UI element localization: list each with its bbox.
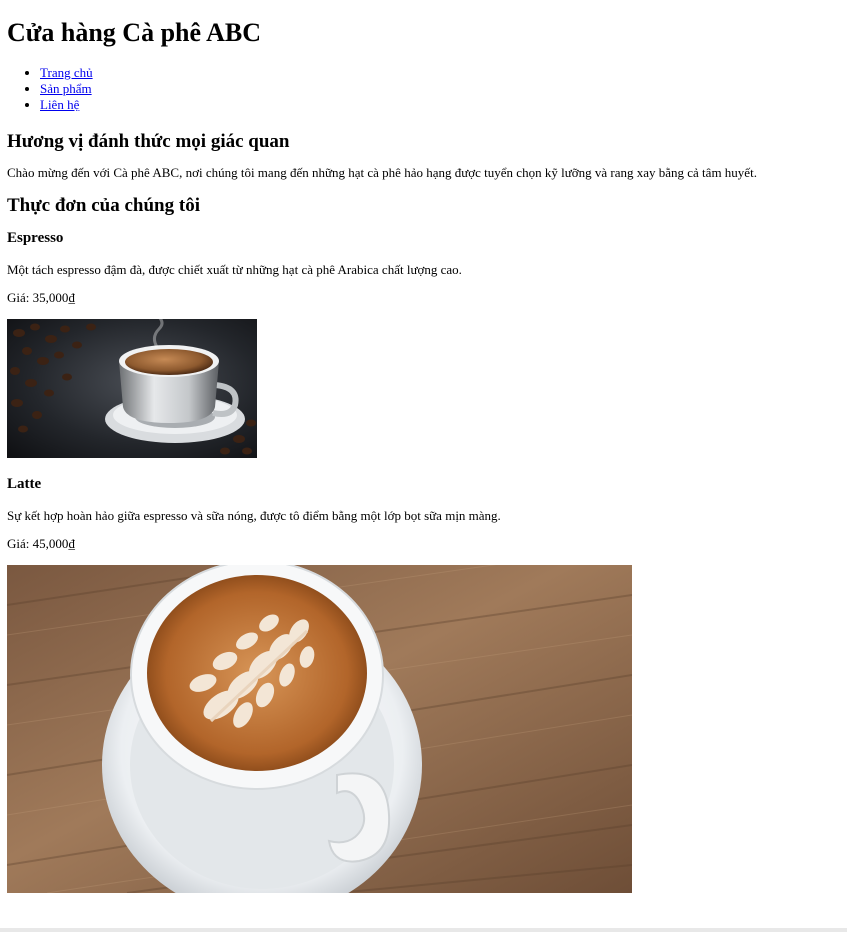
main-nav: Trang chủ Sản phẩm Liên hệ xyxy=(7,65,840,113)
menu-section: Thực đơn của chúng tôi Espresso Một tách… xyxy=(7,194,840,893)
menu-item-name: Espresso xyxy=(7,230,64,246)
menu-item-name: Latte xyxy=(7,476,42,492)
nav-link-products[interactable]: Sản phẩm xyxy=(40,81,92,96)
menu-item-price: Giá: 45,000₫ xyxy=(7,536,76,551)
nav-item-products: Sản phẩm xyxy=(40,81,840,97)
menu-heading: Thực đơn của chúng tôi xyxy=(7,195,200,216)
page: Cửa hàng Cà phê ABC Trang chủ Sản phẩm L… xyxy=(0,17,847,893)
nav-link-home[interactable]: Trang chủ xyxy=(40,65,93,80)
menu-item-latte: Latte Sự kết hợp hoàn hảo giữa espresso … xyxy=(7,475,840,893)
nav-item-home: Trang chủ xyxy=(40,65,840,81)
menu-item-description: Sự kết hợp hoàn hảo giữa espresso và sữa… xyxy=(7,508,501,523)
latte-image xyxy=(7,565,632,893)
hero-section: Hương vị đánh thức mọi giác quan Chào mừ… xyxy=(7,130,840,181)
menu-item-espresso: Espresso Một tách espresso đậm đà, được … xyxy=(7,229,840,458)
espresso-image xyxy=(7,319,257,458)
horizontal-scrollbar[interactable] xyxy=(0,928,847,932)
nav-link-contact[interactable]: Liên hệ xyxy=(40,97,79,112)
hero-heading: Hương vị đánh thức mọi giác quan xyxy=(7,131,290,152)
nav-item-contact: Liên hệ xyxy=(40,97,840,113)
menu-item-description: Một tách espresso đậm đà, được chiết xuấ… xyxy=(7,262,462,277)
menu-item-price: Giá: 35,000₫ xyxy=(7,290,76,305)
site-title: Cửa hàng Cà phê ABC xyxy=(7,18,261,47)
hero-text: Chào mừng đến với Cà phê ABC, nơi chúng … xyxy=(7,165,757,180)
